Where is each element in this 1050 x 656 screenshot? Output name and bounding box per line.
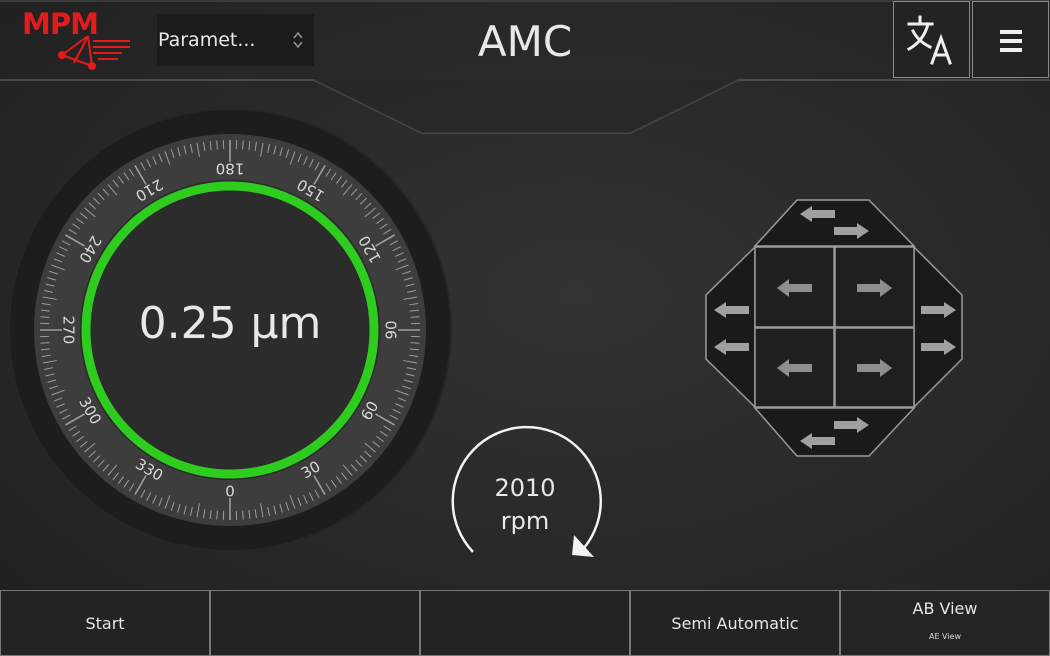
toolbar-button-3[interactable] [420, 590, 630, 656]
jog-left-button[interactable] [705, 245, 756, 409]
dial-scale-label: 180 [216, 160, 245, 178]
translate-icon [906, 15, 952, 65]
mpm-logo: MPM [22, 8, 130, 70]
language-button[interactable] [893, 1, 970, 78]
jog-bottom-button[interactable] [753, 407, 916, 457]
jog-center-top-left[interactable] [754, 246, 835, 328]
top-bar: MPM Paramet... AMC [0, 0, 1050, 82]
start-button-label: Start [85, 613, 125, 633]
menu-button[interactable] [972, 1, 1049, 78]
jog-top-button[interactable] [753, 199, 916, 247]
page-title: AMC [477, 17, 573, 66]
jog-control-pad [705, 199, 963, 457]
bottom-toolbar: Start Semi Automatic AB View AE View [0, 590, 1050, 656]
dial-scale-label: 90 [383, 320, 401, 339]
ab-view-button[interactable]: AB View AE View [840, 590, 1050, 656]
chevron-updown-icon [293, 31, 303, 49]
jog-center-bottom-left[interactable] [754, 327, 835, 408]
jog-right-button[interactable] [913, 245, 963, 409]
jog-center-bottom-right[interactable] [834, 327, 915, 408]
rpm-value: 2010 [494, 474, 556, 502]
rpm-readout: 2010 rpm [446, 472, 604, 538]
rpm-unit: rpm [500, 507, 550, 535]
semi-automatic-button[interactable]: Semi Automatic [630, 590, 840, 656]
ab-view-label: AB View [912, 599, 978, 618]
toolbar-button-2[interactable] [210, 590, 420, 656]
parameter-select[interactable]: Paramet... [157, 14, 314, 66]
semi-automatic-label: Semi Automatic [671, 613, 799, 633]
hamburger-menu-icon [1000, 30, 1022, 52]
measurement-readout: 0.25 µm [138, 298, 322, 349]
dial-scale-label: 0 [225, 483, 235, 501]
parameter-select-value: Paramet... [158, 29, 256, 51]
dial-scale-label: 270 [60, 316, 78, 345]
start-button[interactable]: Start [0, 590, 210, 656]
jog-center-top-right[interactable] [834, 246, 915, 328]
ae-view-sublabel: AE View [928, 632, 962, 641]
